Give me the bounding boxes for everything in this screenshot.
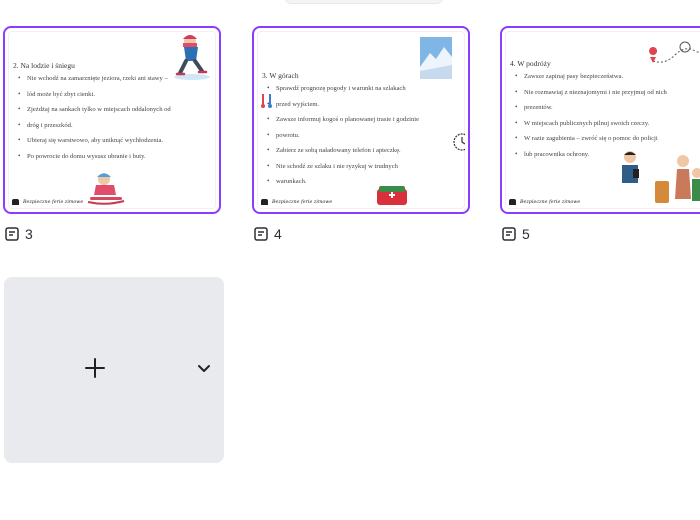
bullet-continuation: warunkach.	[264, 174, 465, 190]
signature-text: Bezpieczne ferie zimowe	[520, 199, 581, 205]
chevron-down-icon[interactable]	[196, 363, 212, 375]
signature-mark	[12, 199, 19, 205]
page-number-label: 4	[274, 226, 282, 242]
first-aid-kit-icon	[377, 186, 407, 205]
notes-icon	[502, 227, 516, 241]
page-number-5[interactable]: 5	[502, 226, 530, 242]
signature-text: Bezpieczne ferie zimowe	[23, 199, 84, 205]
bullet-item: Nie rozmawiaj z nieznajomymi i nie przyj…	[512, 85, 700, 101]
signature-mark	[509, 199, 516, 205]
bullet-item: Zabierz ze sobą naładowany telefon i apt…	[264, 143, 465, 159]
signature: Bezpieczne ferie zimowe	[12, 199, 83, 205]
slide-heading: 4. W podróży	[510, 59, 551, 68]
bullet-item: Zjeżdżaj na sankach tylko w miejscach od…	[15, 102, 216, 118]
route-map-icon	[649, 41, 700, 63]
add-page-card[interactable]	[4, 277, 224, 463]
slide-heading: 3. W górach	[262, 71, 299, 80]
clock-icon	[453, 133, 465, 151]
slide-preview: 4. W podróży Zawsze zapinaj pasy bezpiec…	[505, 31, 700, 209]
bullet-item: W miejscach publicznych pilnuj swoich rz…	[512, 116, 700, 132]
signature: Bezpieczne ferie zimowe	[261, 199, 332, 205]
bullet-continuation: powrotu.	[264, 128, 465, 144]
signature-mark	[261, 199, 268, 205]
bullet-item: Nie schodź ze szlaku i nie ryzykuj w tru…	[264, 159, 465, 175]
mountain-photo	[420, 37, 452, 79]
page-thumbnail-5[interactable]: 4. W podróży Zawsze zapinaj pasy bezpiec…	[500, 26, 700, 214]
notes-icon	[254, 227, 268, 241]
thermometer-icon	[261, 94, 272, 108]
page-number-4[interactable]: 4	[254, 226, 282, 242]
page-number-3[interactable]: 3	[5, 226, 33, 242]
bullet-item: W razie zagubienia – zwróć się o pomoc d…	[512, 131, 700, 147]
family-luggage-illustration	[655, 155, 700, 203]
slide-preview: 2. Na lodzie i śniegu Nie wchodź na zama…	[8, 31, 216, 209]
slide-bullet-list: Zawsze zapinaj pasy bezpieczeństwa. Nie …	[512, 69, 700, 162]
slide-preview: 3. W górach Sprawdź prognozę pogody i wa…	[257, 31, 465, 209]
bullet-continuation: dróg i przeszkód.	[15, 118, 216, 134]
signature-text: Bezpieczne ferie zimowe	[272, 199, 333, 205]
bullet-item: Po powrocie do domu wysusz ubranie i but…	[15, 149, 216, 165]
bullet-continuation: prezentów.	[512, 100, 700, 116]
slide-bullet-list: Nie wchodź na zamarznięte jeziora, rzeki…	[15, 71, 216, 164]
traveler-illustration	[622, 151, 639, 183]
slide-heading: 2. Na lodzie i śniegu	[13, 61, 75, 70]
bullet-item: Zawsze informuj kogoś o planowanej trasi…	[264, 112, 465, 128]
top-popover-edge	[284, 0, 444, 4]
bullet-continuation: przed wyjściem.	[264, 97, 465, 113]
page-thumbnail-4[interactable]: 3. W górach Sprawdź prognozę pogody i wa…	[252, 26, 470, 214]
page-thumbnail-3[interactable]: 2. Na lodzie i śniegu Nie wchodź na zama…	[3, 26, 221, 214]
bullet-item: Zawsze zapinaj pasy bezpieczeństwa.	[512, 69, 700, 85]
skater-illustration	[174, 35, 210, 80]
bullet-continuation: lód może być zbyt cienki.	[15, 87, 216, 103]
notes-icon	[5, 227, 19, 241]
slide-bullet-list: Sprawdź prognozę pogody i warunki na szl…	[264, 81, 465, 190]
bullet-item: Ubieraj się warstwowo, aby uniknąć wychł…	[15, 133, 216, 149]
sled-illustration	[87, 173, 125, 205]
bullet-item: Sprawdź prognozę pogody i warunki na szl…	[264, 81, 465, 97]
signature: Bezpieczne ferie zimowe	[509, 199, 580, 205]
page-number-label: 3	[25, 226, 33, 242]
page-number-label: 5	[522, 226, 530, 242]
plus-icon[interactable]	[84, 357, 106, 379]
